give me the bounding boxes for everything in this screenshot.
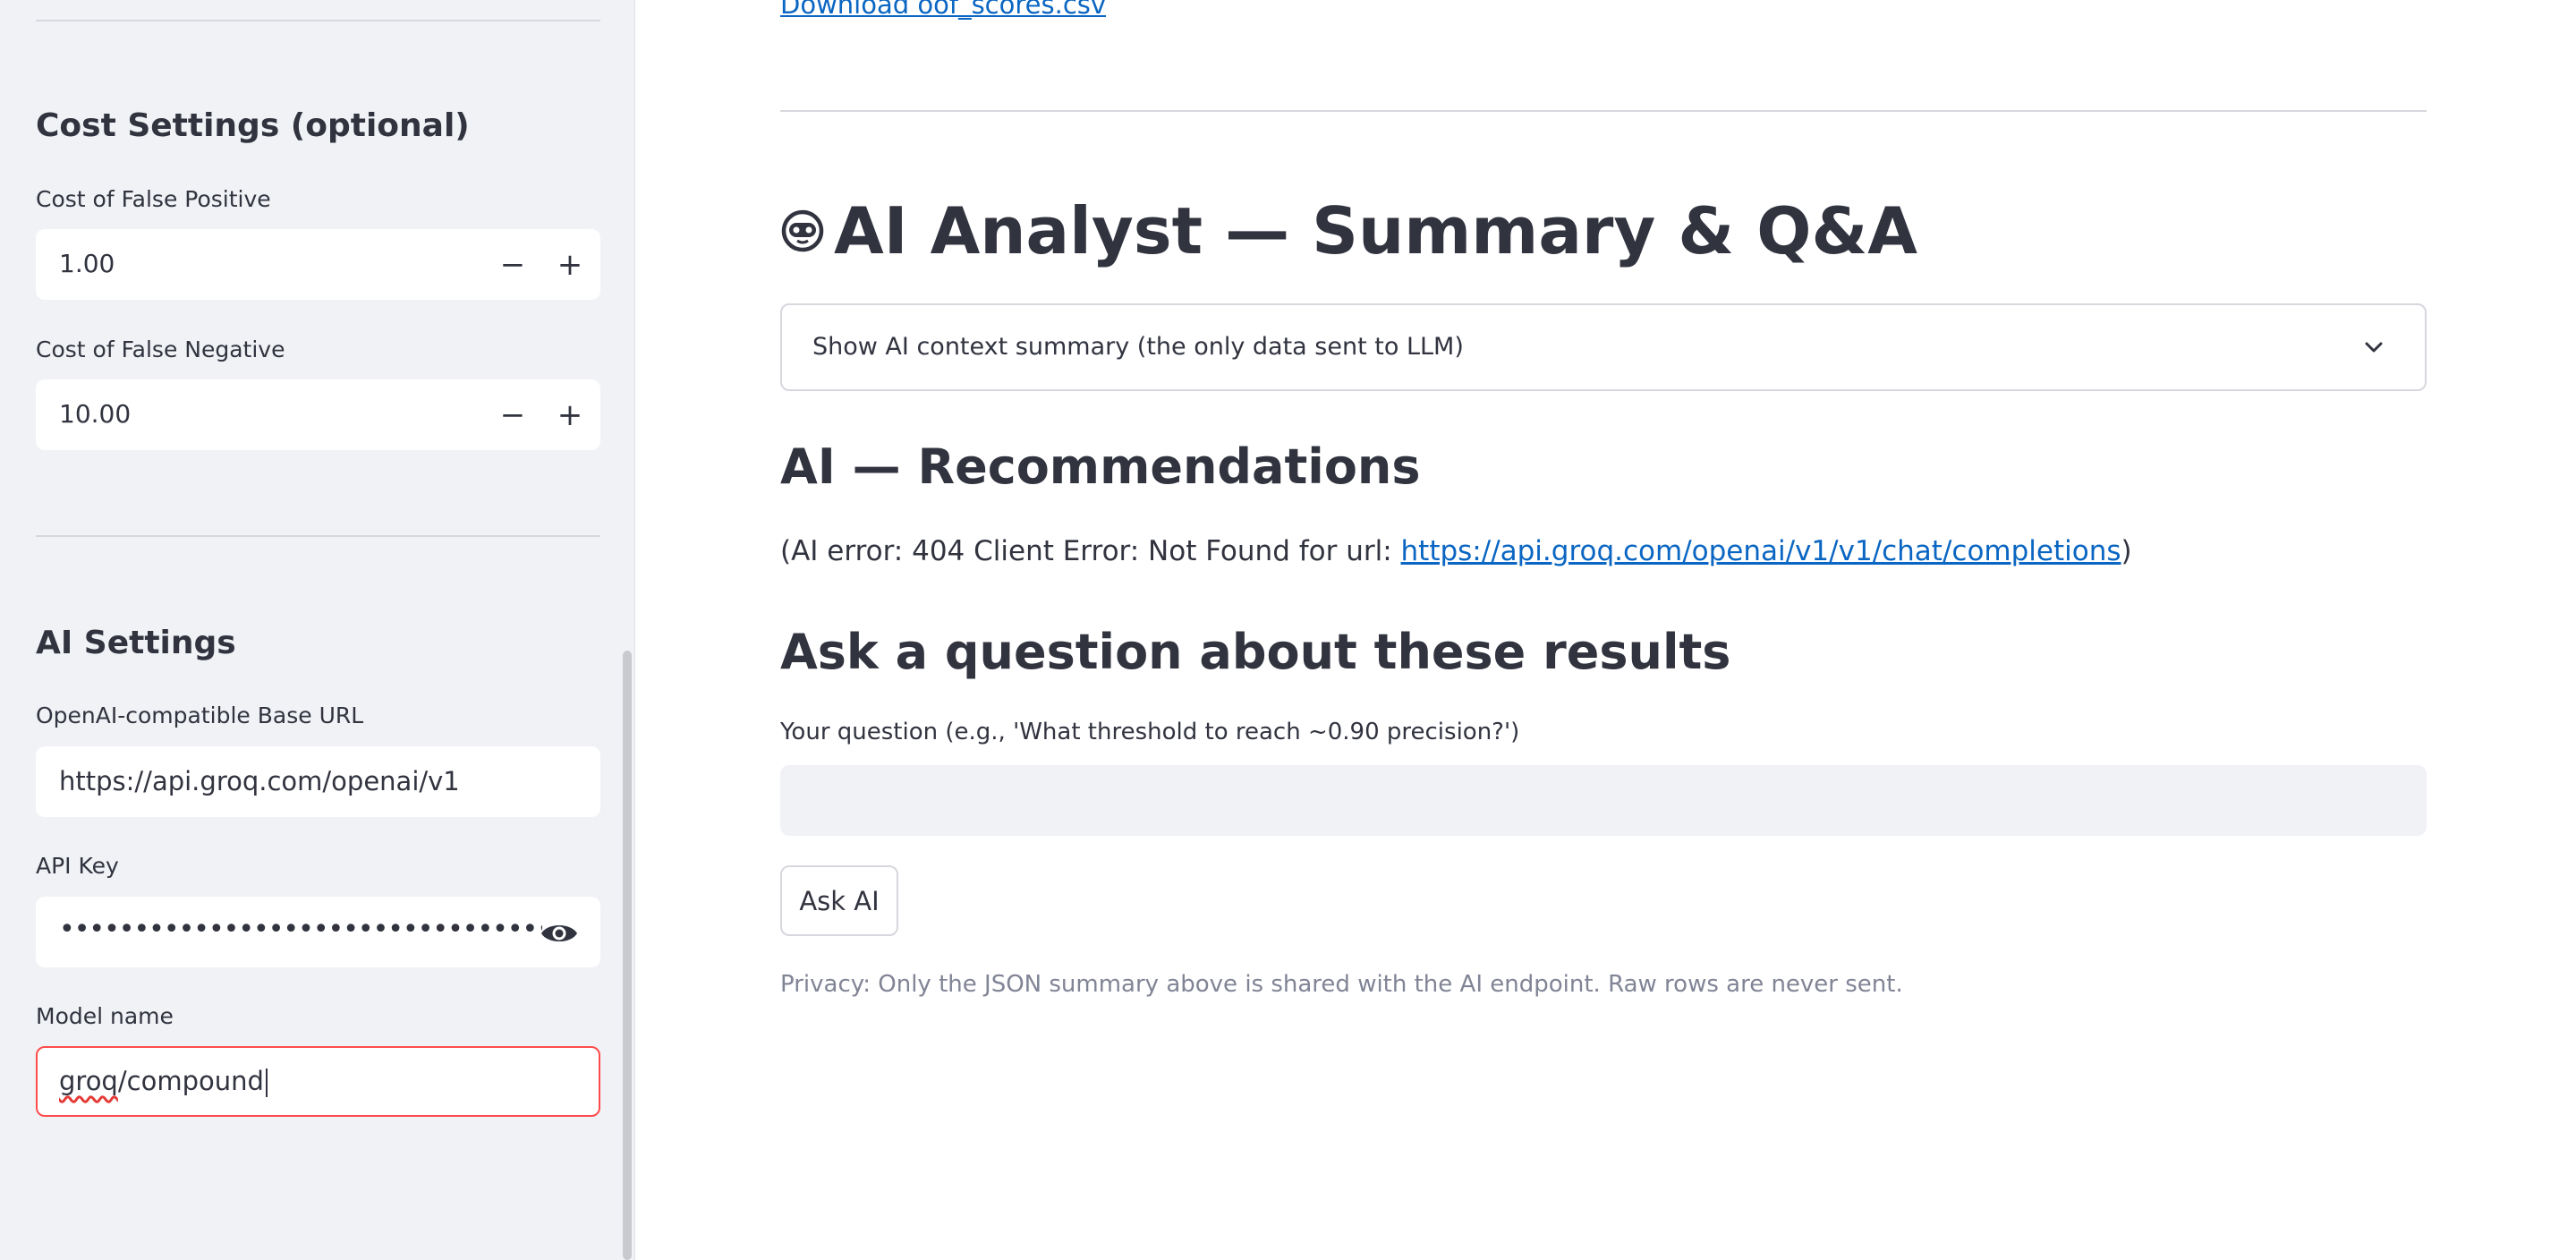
question-input[interactable] [780,765,2427,836]
ask-ai-button[interactable]: Ask AI [780,865,898,936]
increment-button[interactable]: + [541,229,599,300]
false-negative-label: Cost of False Negative [36,336,285,362]
main-content: Download oof_scores.csv AI Analyst — Sum… [636,0,2576,1260]
error-suffix: ) [2121,535,2132,567]
false-negative-number-input[interactable]: 10.00 − + [36,379,600,450]
recommendations-heading: AI — Recommendations [780,438,1421,495]
false-positive-value[interactable]: 1.00 [59,249,115,278]
question-label: Your question (e.g., 'What threshold to … [780,719,1520,745]
api-key-label: API Key [36,853,119,879]
eye-icon[interactable] [540,918,579,949]
download-csv-link[interactable]: Download oof_scores.csv [780,0,1106,20]
model-name-rest: /compound [117,1066,264,1096]
model-name-label: Model name [36,1003,174,1029]
text-caret [265,1068,268,1097]
error-url-link[interactable]: https://api.groq.com/openai/v1/v1/chat/c… [1401,535,2121,567]
section-divider [780,110,2427,112]
ai-analyst-heading: AI Analyst — Summary & Q&A [780,193,1917,268]
model-name-value[interactable]: groq/compound [59,1066,268,1097]
base-url-label: OpenAI-compatible Base URL [36,702,364,728]
error-prefix: (AI error: 404 Client Error: Not Found f… [780,535,1401,567]
cost-settings-heading: Cost Settings (optional) [36,107,470,144]
privacy-caption: Privacy: Only the JSON summary above is … [780,971,1903,998]
ask-question-heading: Ask a question about these results [780,624,1731,680]
sidebar-divider [36,20,600,21]
base-url-value[interactable]: https://api.groq.com/openai/v1 [59,766,460,796]
base-url-input[interactable]: https://api.groq.com/openai/v1 [36,746,600,817]
api-key-input[interactable]: ••••••••••••••••••••••••••••••••••••••••… [36,897,600,967]
chevron-down-icon[interactable] [2362,336,2385,359]
ai-settings-heading: AI Settings [36,625,236,661]
robot-face-icon [781,209,824,252]
spellcheck-flagged-word: groq [59,1066,118,1096]
model-name-input[interactable]: groq/compound [36,1046,600,1117]
api-key-masked-value[interactable]: ••••••••••••••••••••••••••••••••••••••••… [59,914,542,945]
false-positive-label: Cost of False Positive [36,186,271,212]
sidebar-divider [36,535,600,537]
decrement-button[interactable]: − [484,379,541,450]
page-title: AI Analyst — Summary & Q&A [834,193,1917,268]
context-summary-expander[interactable]: Show AI context summary (the only data s… [780,303,2427,391]
false-positive-number-input[interactable]: 1.00 − + [36,229,600,300]
sidebar: Cost Settings (optional) Cost of False P… [0,0,635,1260]
false-negative-value[interactable]: 10.00 [59,399,131,429]
decrement-button[interactable]: − [484,229,541,300]
increment-button[interactable]: + [541,379,599,450]
sidebar-scrollbar[interactable] [623,651,632,1260]
expander-label[interactable]: Show AI context summary (the only data s… [812,333,1464,361]
ai-error-message: (AI error: 404 Client Error: Not Found f… [780,535,2132,567]
